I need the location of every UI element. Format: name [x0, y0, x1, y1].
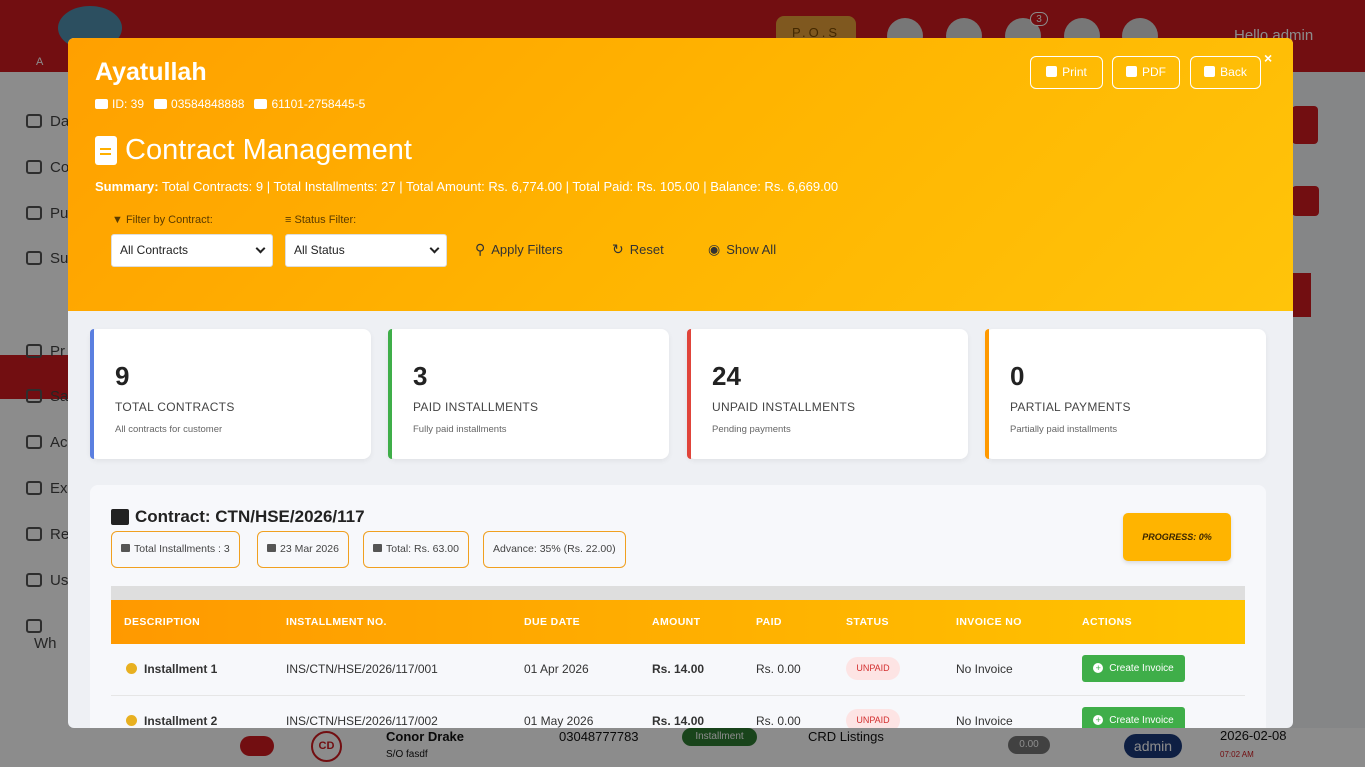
customer-phone: 03584848888	[154, 97, 244, 111]
col-due-date: DUE DATE	[524, 616, 581, 628]
chevron-down-icon	[429, 243, 440, 254]
table-scrollbar[interactable]	[111, 586, 1245, 600]
row-description: Installment 2	[126, 714, 217, 728]
contract-filter-label: ▼ Filter by Contract:	[112, 214, 213, 226]
customer-name: Ayatullah	[95, 58, 207, 86]
printer-icon	[1046, 66, 1058, 77]
status-badge: UNPAID	[846, 657, 900, 680]
money-icon	[373, 544, 382, 552]
stat-card-partial-payments: 0 PARTIAL PAYMENTS Partially paid instal…	[985, 329, 1266, 459]
row-installment-no: INS/CTN/HSE/2026/117/002	[286, 714, 438, 728]
col-invoice-no: INVOICE NO	[956, 616, 1022, 628]
pdf-button[interactable]: PDF	[1112, 56, 1180, 89]
stat-value: 3	[413, 361, 428, 391]
close-icon[interactable]: ×	[1264, 50, 1272, 66]
col-actions: ACTIONS	[1082, 616, 1133, 628]
page-title: Contract Management	[95, 134, 412, 167]
col-description: DESCRIPTION	[124, 616, 201, 628]
chip-total: Total: Rs. 63.00	[363, 531, 469, 568]
customer-meta: ID: 39 03584848888 61101-2758445-5	[95, 97, 365, 111]
col-amount: AMOUNT	[652, 616, 701, 628]
contract-modal: Ayatullah ID: 39 03584848888 61101-27584…	[68, 38, 1293, 728]
row-paid: Rs. 0.00	[756, 714, 801, 728]
col-paid: PAID	[756, 616, 782, 628]
row-invoice: No Invoice	[956, 714, 1013, 728]
contract-card: Contract: CTN/HSE/2026/117 Total Install…	[90, 485, 1266, 728]
stat-accent	[985, 329, 989, 459]
apply-filters-button[interactable]: ⚲ Apply Filters	[475, 241, 563, 258]
stat-card-total-contracts: 9 TOTAL CONTRACTS All contracts for cust…	[90, 329, 371, 459]
progress-badge: PROGRESS: 0%	[1123, 513, 1231, 561]
chip-advance: Advance: 35% (Rs. 22.00)	[483, 531, 626, 568]
stat-card-paid-installments: 3 PAID INSTALLMENTS Fully paid installme…	[388, 329, 669, 459]
show-all-button[interactable]: ◉ Show All	[708, 241, 776, 258]
row-due-date: 01 Apr 2026	[524, 662, 589, 676]
stat-sub: All contracts for customer	[115, 424, 223, 435]
customer-cnic: 61101-2758445-5	[254, 97, 365, 111]
create-invoice-button[interactable]: + Create Invoice	[1082, 655, 1185, 682]
table-row: Installment 2 INS/CTN/HSE/2026/117/002 0…	[111, 696, 1245, 728]
contract-document-icon	[95, 136, 117, 165]
chip-date: 23 Mar 2026	[257, 531, 349, 568]
row-amount: Rs. 14.00	[652, 714, 705, 728]
eye-icon: ◉	[708, 241, 721, 257]
back-button[interactable]: Back	[1190, 56, 1261, 89]
chip-total-installments: Total Installments : 3	[111, 531, 240, 568]
stat-accent	[687, 329, 691, 459]
col-installment-no: INSTALLMENT NO.	[286, 616, 387, 628]
stat-sub: Pending payments	[712, 424, 791, 435]
phone-icon	[154, 99, 168, 109]
stat-value: 0	[1010, 361, 1025, 391]
arrow-left-icon	[1204, 66, 1216, 77]
row-amount: Rs. 14.00	[652, 662, 705, 676]
chevron-down-icon	[255, 243, 266, 254]
stat-accent	[90, 329, 94, 459]
row-installment-no: INS/CTN/HSE/2026/117/001	[286, 662, 438, 676]
stat-sub: Partially paid installments	[1010, 424, 1118, 435]
stat-label: PARTIAL PAYMENTS	[1010, 400, 1131, 414]
status-badge: UNPAID	[846, 709, 900, 728]
stat-label: PAID INSTALLMENTS	[413, 400, 539, 414]
stat-card-unpaid-installments: 24 UNPAID INSTALLMENTS Pending payments	[687, 329, 968, 459]
print-button[interactable]: Print	[1030, 56, 1103, 89]
id-badge-icon	[254, 99, 268, 109]
search-icon: ⚲	[475, 241, 486, 257]
row-due-date: 01 May 2026	[524, 714, 594, 728]
status-filter-label: ≡ Status Filter:	[285, 214, 357, 226]
pdf-icon	[1126, 66, 1137, 77]
stat-value: 24	[712, 361, 741, 391]
id-card-icon	[95, 99, 108, 109]
stat-label: TOTAL CONTRACTS	[115, 400, 235, 414]
table-header: DESCRIPTION INSTALLMENT NO. DUE DATE AMO…	[111, 600, 1245, 644]
stat-accent	[388, 329, 392, 459]
create-invoice-button[interactable]: + Create Invoice	[1082, 707, 1185, 728]
summary-line: Summary: Total Contracts: 9 | Total Inst…	[95, 179, 839, 194]
refresh-icon: ↻	[612, 241, 624, 257]
status-filter-select[interactable]: All Status	[285, 234, 447, 267]
customer-id: ID: 39	[95, 97, 144, 111]
row-description: Installment 1	[126, 662, 217, 676]
row-paid: Rs. 0.00	[756, 662, 801, 676]
table-row: Installment 1 INS/CTN/HSE/2026/117/001 0…	[111, 644, 1245, 696]
plus-circle-icon: +	[1093, 715, 1104, 725]
row-invoice: No Invoice	[956, 662, 1013, 676]
coin-icon	[126, 715, 137, 726]
stat-label: UNPAID INSTALLMENTS	[712, 400, 856, 414]
calendar-icon	[267, 544, 276, 552]
contract-filter-select[interactable]: All Contracts	[111, 234, 273, 267]
modal-header: Ayatullah ID: 39 03584848888 61101-27584…	[68, 38, 1293, 311]
stat-sub: Fully paid installments	[413, 424, 507, 435]
file-signature-icon	[111, 509, 129, 525]
box-icon	[121, 544, 130, 552]
plus-circle-icon: +	[1093, 663, 1104, 673]
contract-title: Contract: CTN/HSE/2026/117	[111, 507, 365, 527]
stat-value: 9	[115, 361, 130, 391]
reset-button[interactable]: ↻ Reset	[612, 241, 664, 258]
col-status: STATUS	[846, 616, 889, 628]
coin-icon	[126, 663, 137, 674]
